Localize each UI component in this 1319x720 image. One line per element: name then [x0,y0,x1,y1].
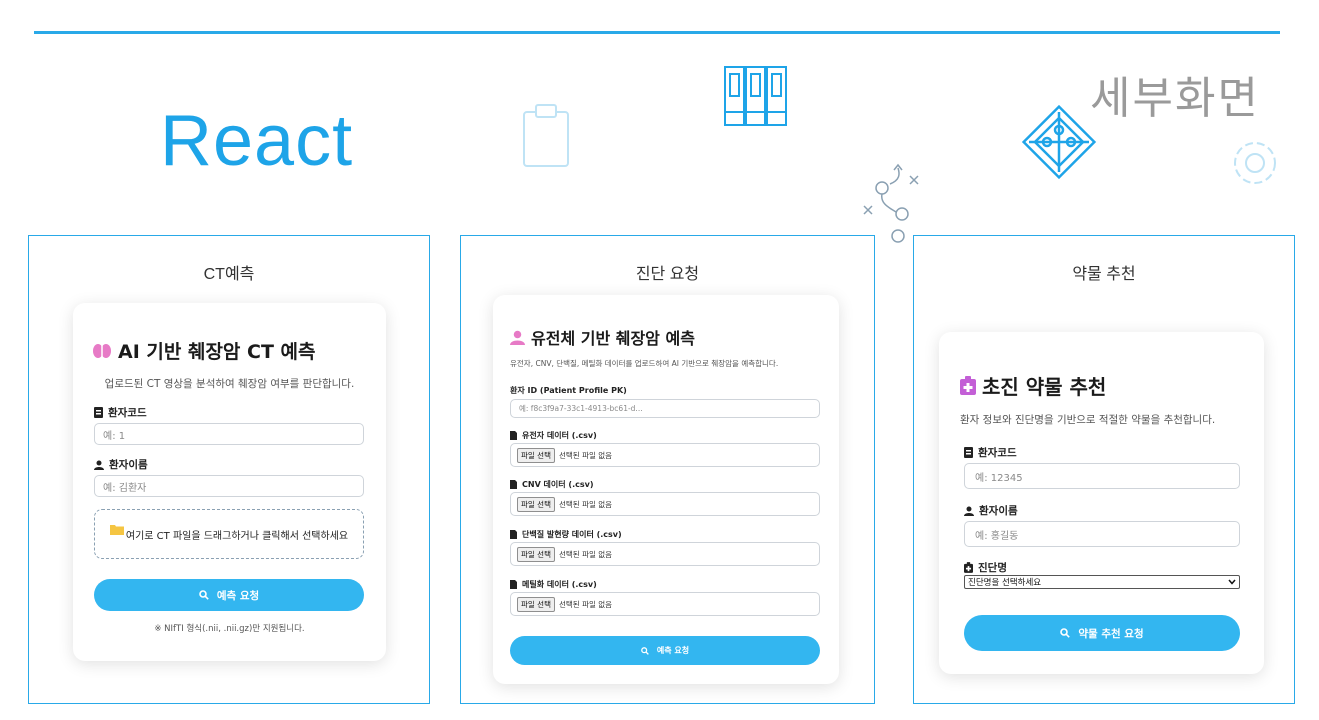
panel-title: CT예측 [203,266,255,283]
file-icon [510,580,517,589]
patient-code-label: 환자코드 [964,445,1017,460]
label-text: 환자코드 [108,407,147,419]
gene-file-input[interactable]: 파일 선택 선택된 파일 없음 [510,443,820,467]
no-file-text: 선택된 파일 없음 [558,599,613,609]
label-text: 환자코드 [978,447,1017,459]
clipboard-icon [523,104,569,167]
label-text: CNV 데이터 (.csv) [522,480,594,489]
patient-code-label: 환자코드 [94,405,147,420]
label-text: 유전자 데이터 (.csv) [522,431,597,440]
patient-name-input[interactable]: 예: 김환자 [94,475,364,497]
card-description: 환자 정보와 진단명을 기반으로 적절한 약물을 추천합니다. [960,414,1216,426]
ct-prediction-panel: CT예측 AI 기반 췌장암 CT 예측 업로드된 CT 영상을 분석하여 췌장… [28,235,430,704]
heading-text: 초진 약물 추천 [982,375,1107,399]
cnv-file-label: CNV 데이터 (.csv) [510,479,593,490]
page-subtitle: 세부화면 [1090,73,1260,124]
search-icon [199,590,209,600]
cnv-file-input[interactable]: 파일 선택 선택된 파일 없음 [510,492,820,516]
search-icon [641,646,649,655]
select-value: 진단명을 선택하세요 [968,578,1042,588]
drug-recommend-button[interactable]: 약물 추천 요청 [964,615,1240,651]
gene-file-label: 유전자 데이터 (.csv) [510,430,597,441]
path-icon [863,163,919,243]
ct-file-dropzone[interactable]: 여기로 CT 파일을 드래그하거나 클릭해서 선택하세요 [94,509,364,559]
button-label: 예측 요청 [216,589,260,602]
patient-name-label: 환자이름 [94,457,148,472]
heading-text: 유전체 기반 췌장암 예측 [531,329,695,348]
dropzone-text: 여기로 CT 파일을 드래그하거나 클릭해서 선택하세요 [125,530,349,542]
id-card-icon [94,407,103,418]
brain-icon [92,342,112,360]
user-icon [964,506,974,516]
diagnosis-request-panel: 진단 요청 유전체 기반 췌장암 예측 유전자, CNV, 단백질, 메틸화 데… [460,235,875,704]
medkit-icon [960,376,976,395]
search-icon [1060,628,1071,638]
no-file-text: 선택된 파일 없음 [558,499,613,509]
top-accent-line [34,31,1280,34]
patient-id-label: 환자 ID (Patient Profile PK) [510,386,627,395]
card-heading: 초진 약물 추천 [960,371,1106,400]
choose-file-button[interactable]: 파일 선택 [517,447,555,463]
panel-title: 진단 요청 [635,266,700,283]
protein-file-input[interactable]: 파일 선택 선택된 파일 없음 [510,542,820,566]
chevron-down-icon [1228,579,1236,585]
panel-title: 약물 추천 [1072,266,1136,283]
patient-name-label: 환자이름 [964,503,1018,518]
card-description: 유전자, CNV, 단백질, 메틸화 데이터를 업로드하여 AI 기반으로 췌장… [510,359,779,368]
books-icon [724,66,787,126]
format-note: ※ NIfTI 형식(.nii, .nii.gz)만 지원됩니다. [154,624,305,634]
heading-text: AI 기반 췌장암 CT 예측 [118,341,316,363]
card-heading: AI 기반 췌장암 CT 예측 [92,337,316,364]
no-file-text: 선택된 파일 없음 [558,450,613,460]
user-icon [510,330,525,345]
methylation-file-label: 메틸화 데이터 (.csv) [510,579,597,590]
label-text: 단백질 발현량 데이터 (.csv) [522,530,622,539]
patient-name-input[interactable]: 예: 홍길동 [964,521,1240,547]
diagnosis-select[interactable]: 진단명을 선택하세요 [964,575,1240,589]
methylation-file-input[interactable]: 파일 선택 선택된 파일 없음 [510,592,820,616]
patient-id-input[interactable]: 예: f8c3f9a7-33c1-4913-bc61-d... [510,399,820,418]
genomic-prediction-card: 유전체 기반 췌장암 예측 유전자, CNV, 단백질, 메틸화 데이터를 업로… [493,295,839,684]
label-text: 환자이름 [109,459,148,471]
predict-request-button[interactable]: 예측 요청 [510,636,820,665]
file-icon [510,530,517,539]
protein-file-label: 단백질 발현량 데이터 (.csv) [510,529,622,540]
label-text: 메틸화 데이터 (.csv) [522,580,597,589]
button-label: 약물 추천 요청 [1078,627,1144,640]
folder-icon [109,524,124,535]
diagnosis-label: 진단명 [964,560,1007,575]
id-card-icon [964,447,973,458]
file-icon [510,480,517,489]
choose-file-button[interactable]: 파일 선택 [517,546,555,562]
gear-icon [1234,142,1276,184]
drug-recommendation-panel: 약물 추천 초진 약물 추천 환자 정보와 진단명을 기반으로 적절한 약물을 … [913,235,1295,704]
page-title: React [160,101,354,181]
button-label: 예측 요청 [656,646,690,655]
user-icon [94,460,104,470]
predict-request-button[interactable]: 예측 요청 [94,579,364,611]
card-description: 업로드된 CT 영상을 분석하여 췌장암 여부를 판단합니다. [104,378,355,390]
puzzle-icon [1021,104,1097,180]
no-file-text: 선택된 파일 없음 [558,549,613,559]
drug-recommendation-card: 초진 약물 추천 환자 정보와 진단명을 기반으로 적절한 약물을 추천합니다.… [939,332,1264,674]
choose-file-button[interactable]: 파일 선택 [517,596,555,612]
label-text: 환자이름 [979,505,1018,517]
patient-code-input[interactable]: 예: 1 [94,423,364,445]
choose-file-button[interactable]: 파일 선택 [517,496,555,512]
patient-code-input[interactable]: 예: 12345 [964,463,1240,489]
ct-prediction-card: AI 기반 췌장암 CT 예측 업로드된 CT 영상을 분석하여 췌장암 여부를… [73,303,386,661]
file-icon [510,431,517,440]
label-text: 진단명 [978,562,1007,574]
medkit-icon [964,562,973,573]
card-heading: 유전체 기반 췌장암 예측 [510,325,695,349]
